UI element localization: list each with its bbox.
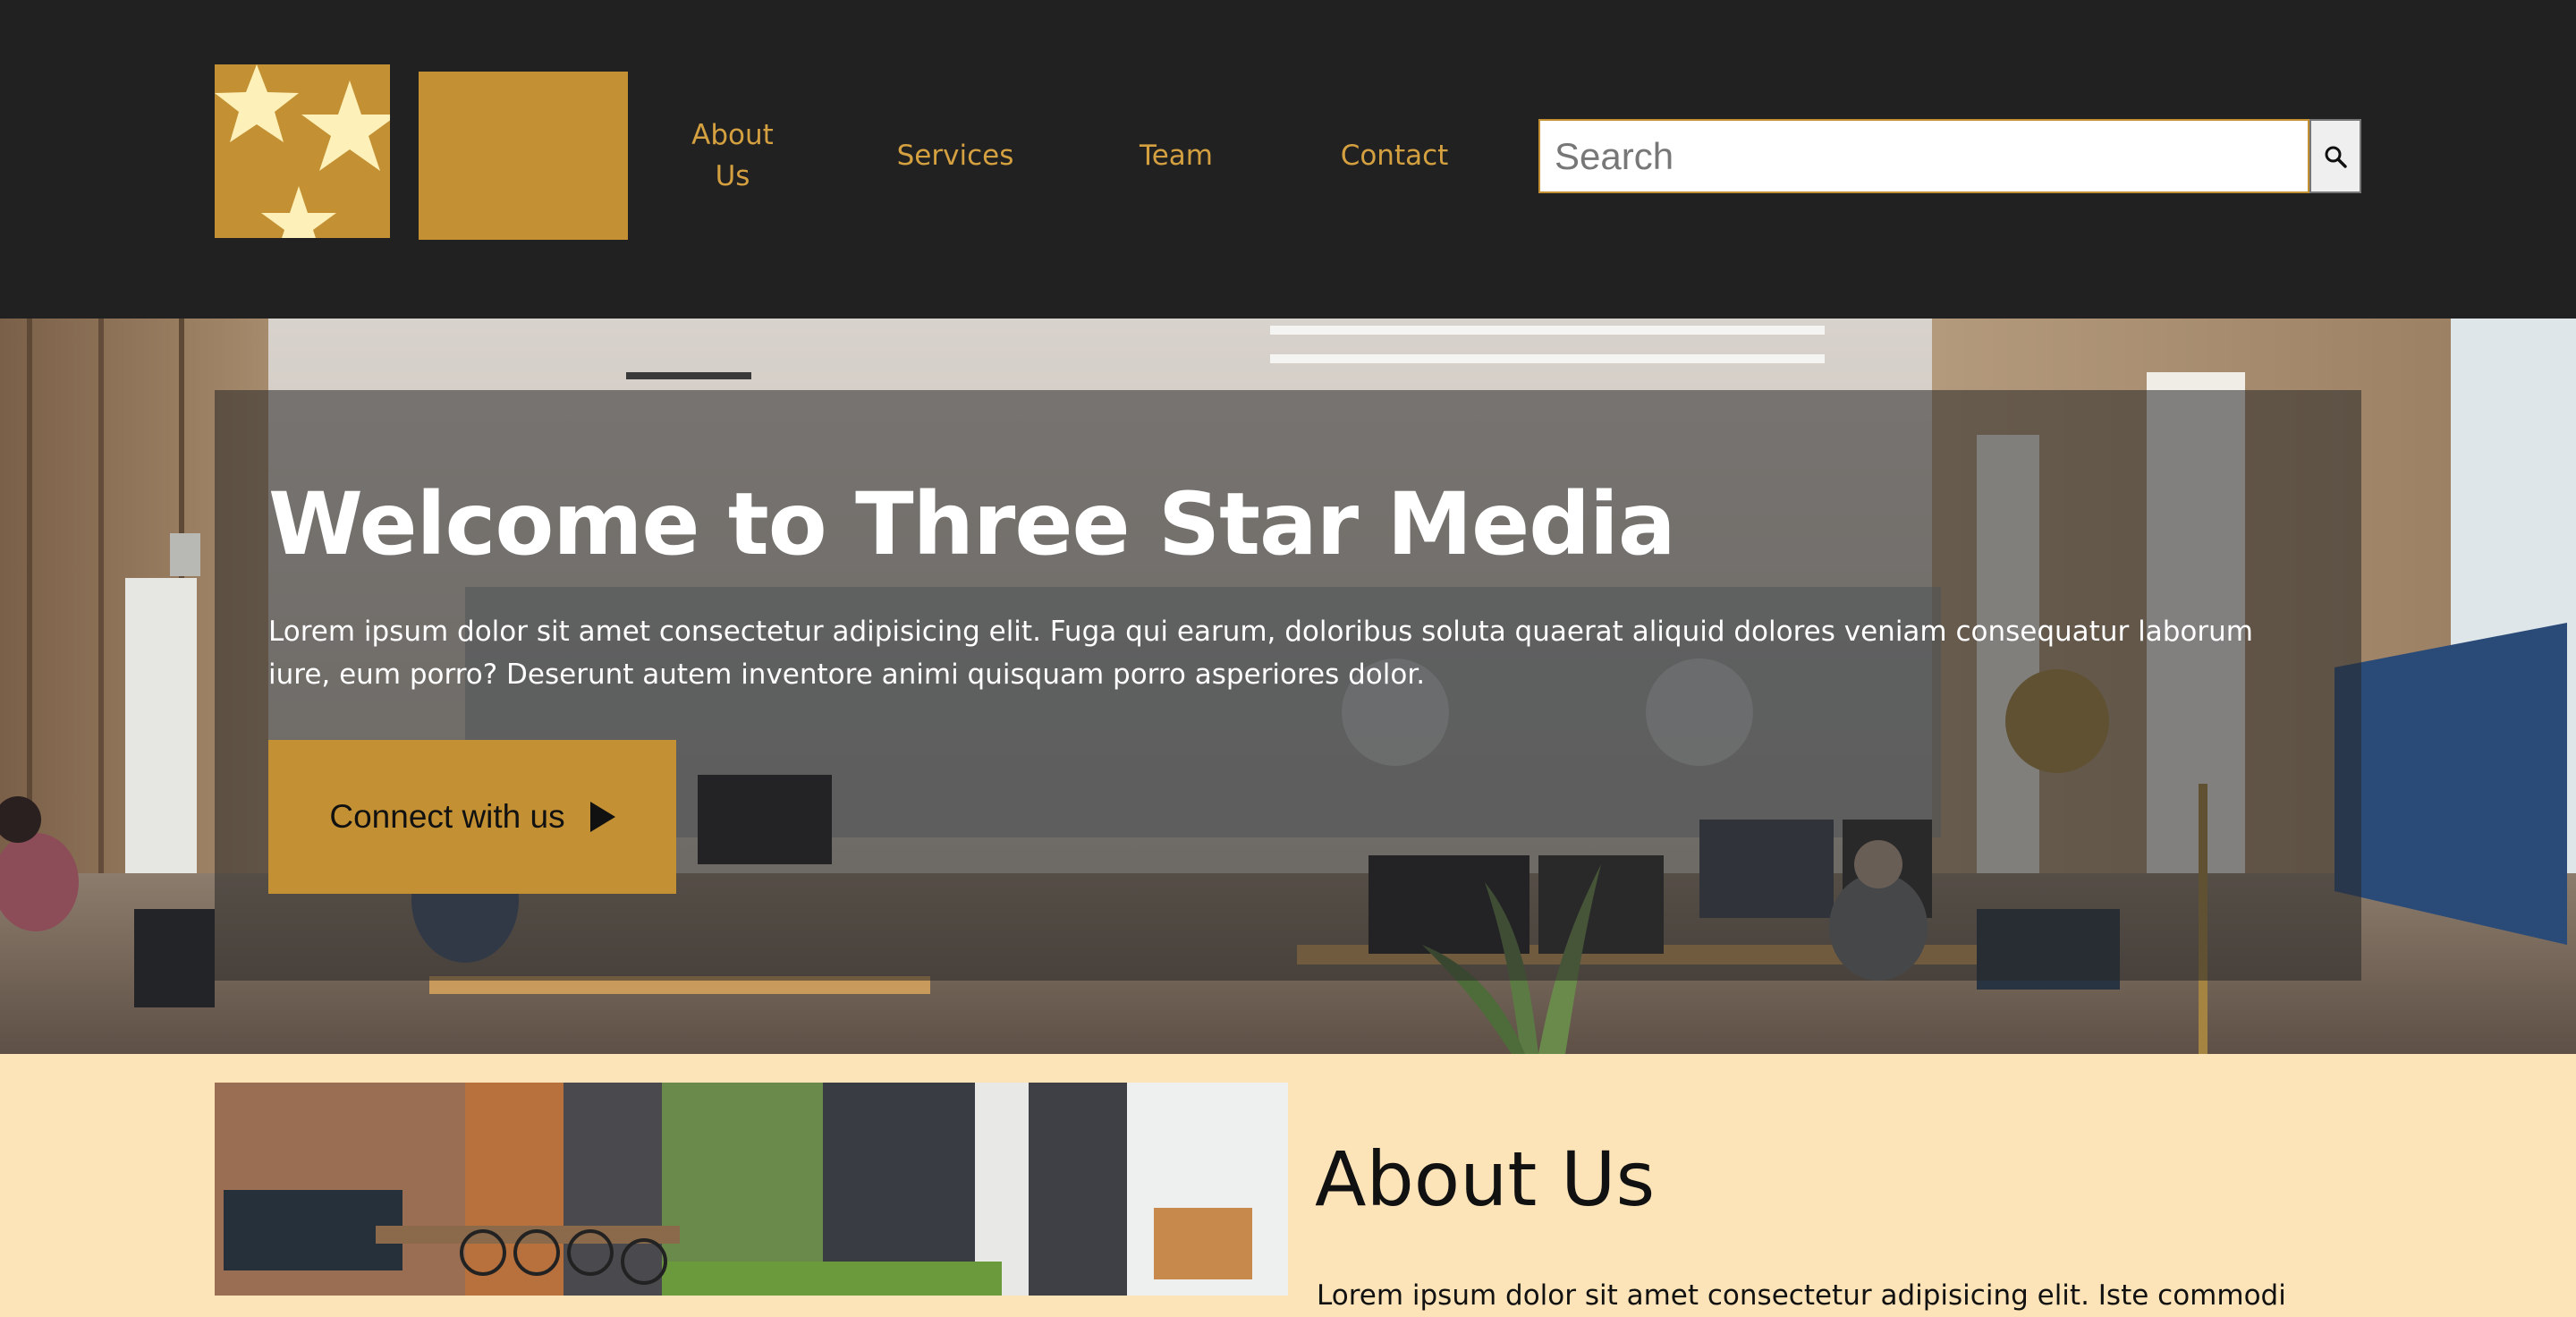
nav-about-us[interactable]: About Us [680,115,785,197]
logo-image-placeholder[interactable] [419,72,628,240]
about-title: About Us [1315,1135,1656,1223]
hero-section: Welcome to Three Star Media Lorem ipsum … [0,319,2576,1054]
hero-description: Lorem ipsum dolor sit amet consectetur a… [268,616,2253,691]
nav-team[interactable]: Team [1127,135,1225,176]
play-icon [589,802,615,832]
nav-services[interactable]: Services [886,135,1025,176]
nav-contact[interactable]: Contact [1329,135,1460,176]
search-button[interactable] [2309,119,2361,193]
office-lounge-photo [215,1083,1288,1296]
hero-title: Welcome to Three Star Media [268,474,1676,574]
site-header: About Us Services Team Contact [0,0,2576,319]
connect-with-us-button[interactable]: Connect with us [268,740,676,894]
about-description: Lorem ipsum dolor sit amet consectetur a… [1317,1279,2286,1312]
three-stars-logo-icon [215,64,390,238]
search-icon [2325,146,2347,168]
about-office-image [215,1083,1288,1296]
logo[interactable] [215,64,390,238]
search-input[interactable] [1538,119,2309,193]
connect-with-us-label: Connect with us [329,798,565,835]
